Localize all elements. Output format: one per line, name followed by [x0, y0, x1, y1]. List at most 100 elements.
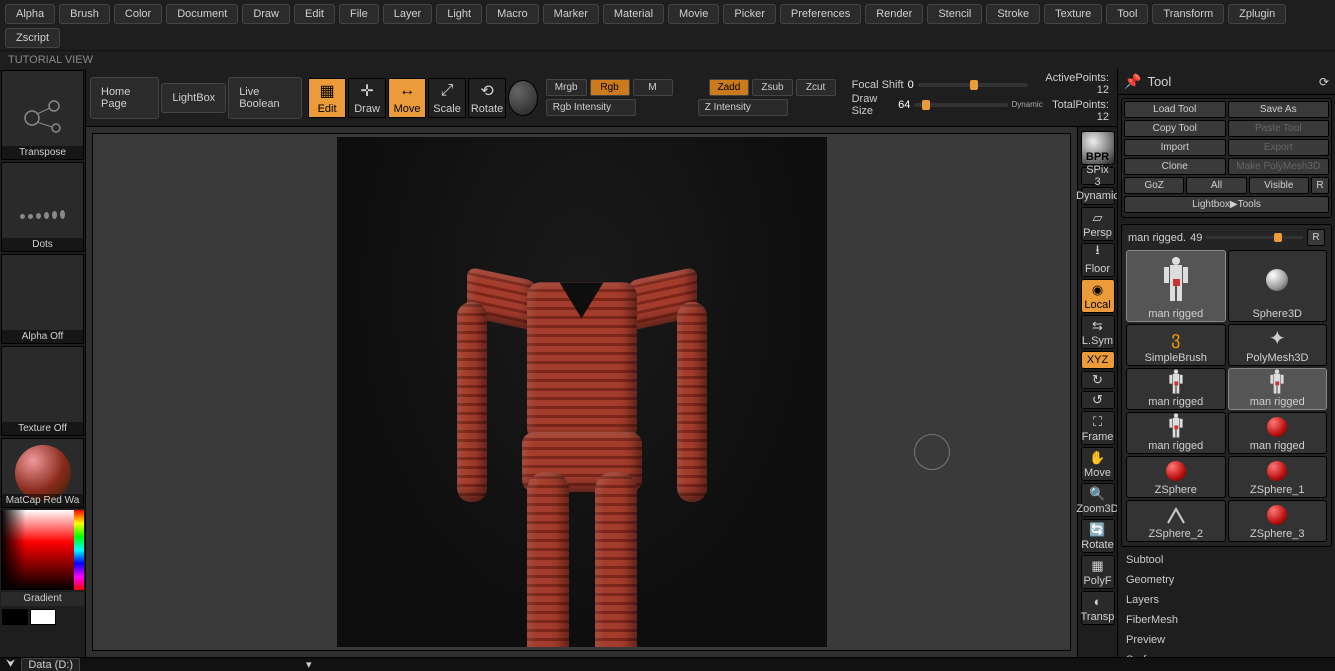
view-rotate-button[interactable]: 🔄Rotate — [1081, 519, 1115, 553]
view-transp-button[interactable]: ◐Transp — [1081, 591, 1115, 625]
swatch-secondary[interactable] — [30, 609, 56, 625]
reset-icon[interactable]: ⟳ — [1319, 75, 1329, 89]
focal-shift-slider[interactable] — [918, 83, 1028, 87]
tool-r-button[interactable]: R — [1307, 229, 1325, 246]
view-xyz-button[interactable]: XYZ — [1081, 351, 1115, 369]
tool-item-zsphere[interactable]: ZSphere — [1126, 456, 1226, 498]
texture-thumb[interactable]: Texture Off — [1, 346, 84, 436]
menu-marker[interactable]: Marker — [543, 4, 599, 24]
view-floor-button[interactable]: ⭳Floor — [1081, 243, 1115, 277]
tool-goz-button[interactable]: GoZ — [1124, 177, 1184, 194]
hue-strip[interactable] — [74, 510, 84, 590]
taskbar-dropdown-icon[interactable]: ▾ — [306, 658, 312, 671]
tool-all-button[interactable]: All — [1186, 177, 1246, 194]
view-local-button[interactable]: ◉Local — [1081, 279, 1115, 313]
alpha-thumb[interactable]: Alpha Off — [1, 254, 84, 344]
shader-ball[interactable] — [508, 80, 538, 116]
tool-r-button[interactable]: R — [1311, 177, 1329, 194]
view-rotcw-button[interactable]: ↻ — [1081, 371, 1115, 389]
menu-macro[interactable]: Macro — [486, 4, 539, 24]
live-boolean-button[interactable]: Live Boolean — [228, 77, 302, 119]
tool-item-zsphere-2[interactable]: ZSphere_2 — [1126, 500, 1226, 542]
menu-preferences[interactable]: Preferences — [780, 4, 861, 24]
menu-edit[interactable]: Edit — [294, 4, 335, 24]
menu-transform[interactable]: Transform — [1152, 4, 1224, 24]
tool-item-zsphere-1[interactable]: ZSphere_1 — [1228, 456, 1328, 498]
menu-movie[interactable]: Movie — [668, 4, 719, 24]
menu-tool[interactable]: Tool — [1106, 4, 1148, 24]
tool-load-tool-button[interactable]: Load Tool — [1124, 101, 1226, 118]
menu-file[interactable]: File — [339, 4, 379, 24]
tool-copy-tool-button[interactable]: Copy Tool — [1124, 120, 1226, 137]
menu-layer[interactable]: Layer — [383, 4, 433, 24]
tool-item-sphere3d[interactable]: Sphere3D — [1228, 250, 1328, 322]
view-movev-button[interactable]: ✋Move — [1081, 447, 1115, 481]
tool-visible-button[interactable]: Visible — [1249, 177, 1309, 194]
view-polyf-button[interactable]: ▦PolyF — [1081, 555, 1115, 589]
tool-clone-button[interactable]: Clone — [1124, 158, 1226, 175]
move-mode-button[interactable]: ↔Move — [388, 78, 426, 118]
view-persp-button[interactable]: ▱Persp — [1081, 207, 1115, 241]
pin-icon[interactable]: 📌 — [1124, 73, 1141, 90]
menu-picker[interactable]: Picker — [723, 4, 776, 24]
dynamic-label[interactable]: Dynamic — [1012, 100, 1043, 109]
view-frame-button[interactable]: ⛶Frame — [1081, 411, 1115, 445]
menu-brush[interactable]: Brush — [59, 4, 110, 24]
tool-index-slider[interactable] — [1206, 236, 1303, 239]
zsub-chip[interactable]: Zsub — [752, 79, 792, 96]
menu-alpha[interactable]: Alpha — [5, 4, 55, 24]
tool-item-simplebrush[interactable]: ვSimpleBrush — [1126, 324, 1226, 366]
section-geometry[interactable]: Geometry — [1126, 574, 1327, 586]
home-page-button[interactable]: Home Page — [90, 77, 159, 119]
taskbar-drive[interactable]: Data (D:) — [21, 658, 80, 671]
menu-document[interactable]: Document — [166, 4, 238, 24]
menu-zscript[interactable]: Zscript — [5, 28, 60, 48]
section-subtool[interactable]: Subtool — [1126, 554, 1327, 566]
rgb-chip[interactable]: Rgb — [590, 79, 630, 96]
zint-slider[interactable]: Z Intensity — [698, 99, 788, 116]
menu-zplugin[interactable]: Zplugin — [1228, 4, 1286, 24]
tool-save-as-button[interactable]: Save As — [1228, 101, 1330, 118]
menu-render[interactable]: Render — [865, 4, 923, 24]
swatch-main[interactable] — [2, 609, 28, 625]
view-spix-button[interactable]: SPix 3 — [1081, 167, 1115, 185]
edit-mode-button[interactable]: ▦Edit — [308, 78, 346, 118]
view-zoom3d-button[interactable]: 🔍Zoom3D — [1081, 483, 1115, 517]
view-bpr-button[interactable]: BPR — [1081, 131, 1115, 165]
viewport-inner[interactable] — [337, 137, 827, 647]
tool-item-man-rigged[interactable]: man rigged — [1228, 368, 1328, 410]
zcut-chip[interactable]: Zcut — [796, 79, 836, 96]
menu-draw[interactable]: Draw — [242, 4, 290, 24]
draw-mode-button[interactable]: ✛Draw — [348, 78, 386, 118]
scale-mode-button[interactable]: ⤢Scale — [428, 78, 466, 118]
section-preview[interactable]: Preview — [1126, 634, 1327, 646]
menu-stroke[interactable]: Stroke — [986, 4, 1040, 24]
taskbar-chevron-icon[interactable]: ⮟ — [6, 658, 15, 671]
view-rotccw-button[interactable]: ↺ — [1081, 391, 1115, 409]
gradient-toggle[interactable]: Gradient — [1, 592, 84, 606]
menu-texture[interactable]: Texture — [1044, 4, 1102, 24]
zadd-chip[interactable]: Zadd — [709, 79, 750, 96]
rgbint-slider[interactable]: Rgb Intensity — [546, 99, 636, 116]
menu-stencil[interactable]: Stencil — [927, 4, 982, 24]
menu-color[interactable]: Color — [114, 4, 162, 24]
tool-item-man-rigged[interactable]: man rigged — [1126, 250, 1226, 322]
tool-item-man-rigged[interactable]: man rigged — [1126, 412, 1226, 454]
menu-material[interactable]: Material — [603, 4, 664, 24]
view-dynamic-button[interactable]: Dynamic — [1081, 187, 1115, 205]
viewport[interactable] — [92, 133, 1071, 651]
lightbox-button[interactable]: LightBox — [161, 83, 226, 113]
view-lsym-button[interactable]: ⇆L.Sym — [1081, 315, 1115, 349]
stroke-dots-thumb[interactable]: Dots — [1, 162, 84, 252]
rotate-mode-button[interactable]: ⟲Rotate — [468, 78, 506, 118]
tool-item-zsphere-3[interactable]: ZSphere_3 — [1228, 500, 1328, 542]
section-fibermesh[interactable]: FiberMesh — [1126, 614, 1327, 626]
mrgb-chip[interactable]: Mrgb — [546, 79, 587, 96]
tool-item-polymesh3d[interactable]: ✦PolyMesh3D — [1228, 324, 1328, 366]
m-chip[interactable]: M — [633, 79, 673, 96]
section-layers[interactable]: Layers — [1126, 594, 1327, 606]
tool-item-man-rigged[interactable]: man rigged — [1228, 412, 1328, 454]
material-thumb[interactable]: MatCap Red Wa — [1, 438, 84, 508]
color-picker[interactable] — [1, 510, 84, 590]
tool-item-man-rigged[interactable]: man rigged — [1126, 368, 1226, 410]
